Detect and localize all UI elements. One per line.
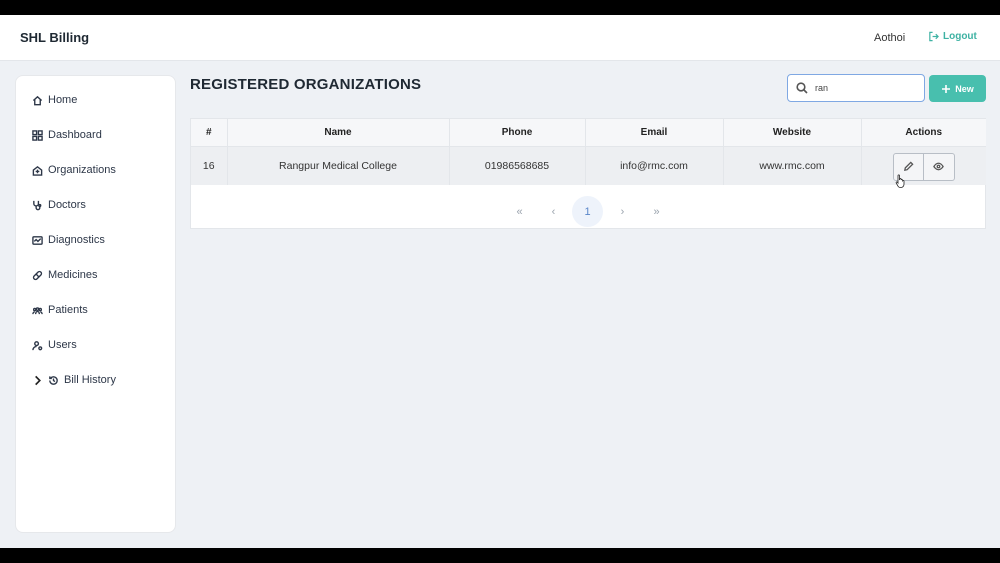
column-header: Website (723, 119, 862, 147)
sidebar-item-label: Diagnostics (48, 234, 105, 246)
column-header: Name (227, 119, 450, 147)
sidebar-item-patients[interactable]: Patients (32, 304, 88, 316)
cell-phone: 01986568685 (449, 146, 586, 185)
pencil-icon (903, 161, 914, 171)
sidebar-item-label: Medicines (48, 269, 98, 281)
table-row: 16 Rangpur Medical College 01986568685 i… (191, 146, 986, 185)
sidebar-item-label: Organizations (48, 164, 116, 176)
cell-id: 16 (191, 146, 228, 185)
app-window: SHL Billing Aothoi Logout Home Dashboard… (0, 15, 1000, 548)
dashboard-icon (32, 129, 43, 141)
first-page-button[interactable]: « (504, 196, 535, 227)
sidebar-item-home[interactable]: Home (32, 94, 77, 106)
plus-icon (942, 84, 951, 93)
home-icon (32, 95, 43, 105)
sidebar-item-label: Bill History (64, 374, 116, 386)
column-header: Phone (449, 119, 586, 147)
new-button-label: New (955, 83, 974, 94)
top-bar: SHL Billing Aothoi Logout (0, 15, 1000, 61)
pagination: « ‹ 1 › » (191, 189, 986, 227)
history-icon (49, 375, 58, 385)
organizations-table: # Name Phone Email Website Actions 16 Ra… (191, 119, 986, 185)
sidebar-item-medicines[interactable]: Medicines (32, 269, 98, 281)
sidebar-item-users[interactable]: Users (32, 339, 77, 351)
logout-button[interactable]: Logout (928, 31, 977, 42)
brand-title: SHL Billing (20, 30, 90, 45)
search-input[interactable] (815, 83, 915, 93)
logout-icon (929, 31, 939, 42)
user-gear-icon (32, 340, 43, 350)
cell-actions (861, 146, 986, 185)
sidebar-item-label: Doctors (48, 199, 86, 211)
table-header-row: # Name Phone Email Website Actions (191, 119, 986, 147)
page-title: REGISTERED ORGANIZATIONS (190, 76, 422, 93)
prev-page-button[interactable]: ‹ (538, 196, 569, 227)
sidebar-item-organizations[interactable]: Organizations (32, 164, 116, 176)
last-page-button[interactable]: » (641, 196, 672, 227)
sidebar-item-label: Users (48, 339, 77, 351)
cell-website: www.rmc.com (723, 146, 862, 185)
people-icon (32, 306, 43, 314)
sidebar-item-dashboard[interactable]: Dashboard (32, 129, 102, 141)
diagnostics-icon (32, 235, 43, 245)
organizations-table-card: # Name Phone Email Website Actions 16 Ra… (190, 118, 986, 229)
column-header: Email (585, 119, 724, 147)
search-icon (796, 82, 808, 94)
cell-name: Rangpur Medical College (227, 146, 450, 185)
column-header: # (191, 119, 228, 147)
sidebar-item-bill-history[interactable]: Bill History (32, 374, 116, 386)
sidebar-item-diagnostics[interactable]: Diagnostics (32, 234, 105, 246)
column-header: Actions (861, 119, 986, 147)
stethoscope-icon (33, 200, 42, 210)
sidebar-item-label: Home (48, 94, 78, 106)
hand-cursor-icon (895, 174, 905, 188)
chevron-right-icon (35, 375, 41, 385)
sidebar-item-label: Patients (48, 304, 88, 316)
new-button[interactable]: New (929, 75, 986, 102)
page-1-button[interactable]: 1 (572, 196, 603, 227)
view-button[interactable] (923, 152, 955, 181)
sidebar-item-doctors[interactable]: Doctors (32, 199, 86, 211)
next-page-button[interactable]: › (607, 196, 638, 227)
eye-icon (933, 162, 944, 171)
username: Aothoi (874, 32, 906, 44)
cell-email: info@rmc.com (585, 146, 724, 185)
hospital-icon (32, 165, 43, 176)
sidebar: Home Dashboard Organizations Doctors Dia… (15, 75, 176, 533)
sidebar-item-label: Dashboard (48, 129, 102, 141)
pill-icon (32, 270, 43, 280)
search-box[interactable] (787, 74, 925, 102)
logout-label: Logout (943, 31, 977, 42)
